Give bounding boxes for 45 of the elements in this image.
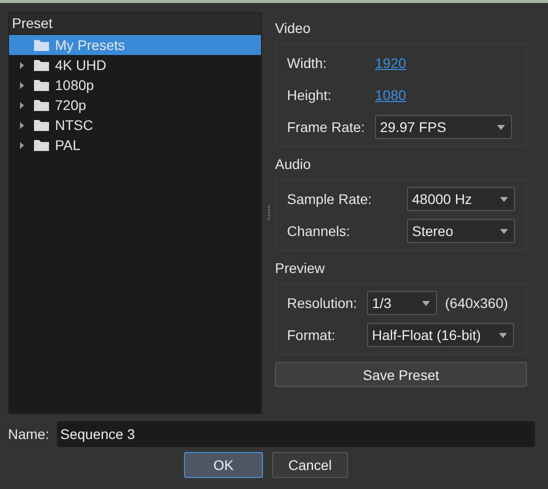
tree-item[interactable]: NTSC [9, 115, 261, 135]
folder-icon [34, 79, 49, 91]
caret-icon [500, 228, 508, 234]
name-field[interactable]: Sequence 3 [57, 420, 535, 446]
field-label: Height: [287, 87, 332, 103]
name-label: Name: [8, 426, 50, 442]
value-link[interactable]: 1080 [375, 87, 406, 103]
dropdown[interactable]: 48000 Hz [407, 187, 515, 211]
field-label: Resolution: [287, 295, 358, 311]
field-label: Frame Rate: [287, 119, 365, 135]
folder-icon [34, 59, 49, 71]
field-label: Channels: [287, 223, 350, 239]
expand-arrow-icon[interactable] [20, 122, 24, 128]
caret-icon [497, 124, 505, 130]
folder-icon [34, 39, 49, 51]
group-title: Preview [275, 260, 326, 278]
field-label: Width: [287, 55, 327, 71]
group-title: Audio [275, 156, 312, 174]
expand-arrow-icon[interactable] [20, 62, 24, 68]
expand-arrow-icon[interactable] [20, 102, 24, 108]
field-label: Format: [287, 327, 336, 343]
group-title: Video [275, 20, 312, 38]
folder-icon [34, 119, 49, 131]
dropdown[interactable]: Half-Float (16-bit) [367, 323, 514, 347]
dropdown[interactable]: Stereo [407, 219, 515, 243]
caret-icon [499, 332, 507, 338]
tree-item[interactable]: 1080p [9, 75, 261, 95]
value-link[interactable]: 1920 [375, 55, 406, 71]
save-preset-button[interactable]: Save Preset [275, 362, 527, 387]
dialog-button[interactable]: Cancel [272, 452, 348, 478]
dropdown[interactable]: 29.97 FPS [375, 115, 512, 139]
dialog-button[interactable]: OK [184, 452, 263, 478]
caret-icon [500, 196, 508, 202]
panel-header: Preset [9, 13, 261, 35]
expand-arrow-icon[interactable] [20, 82, 24, 88]
field-label: Sample Rate: [287, 191, 372, 207]
folder-icon [34, 139, 49, 151]
dropdown[interactable]: 1/3 [367, 291, 437, 315]
tree-item[interactable]: 4K UHD [9, 55, 261, 75]
tree-item[interactable]: PAL [9, 135, 261, 155]
tree-item[interactable]: 720p [9, 95, 261, 115]
resolution-note: (640x360) [445, 295, 508, 311]
folder-icon [34, 99, 49, 111]
expand-arrow-icon[interactable] [20, 142, 24, 148]
caret-icon [422, 300, 430, 306]
